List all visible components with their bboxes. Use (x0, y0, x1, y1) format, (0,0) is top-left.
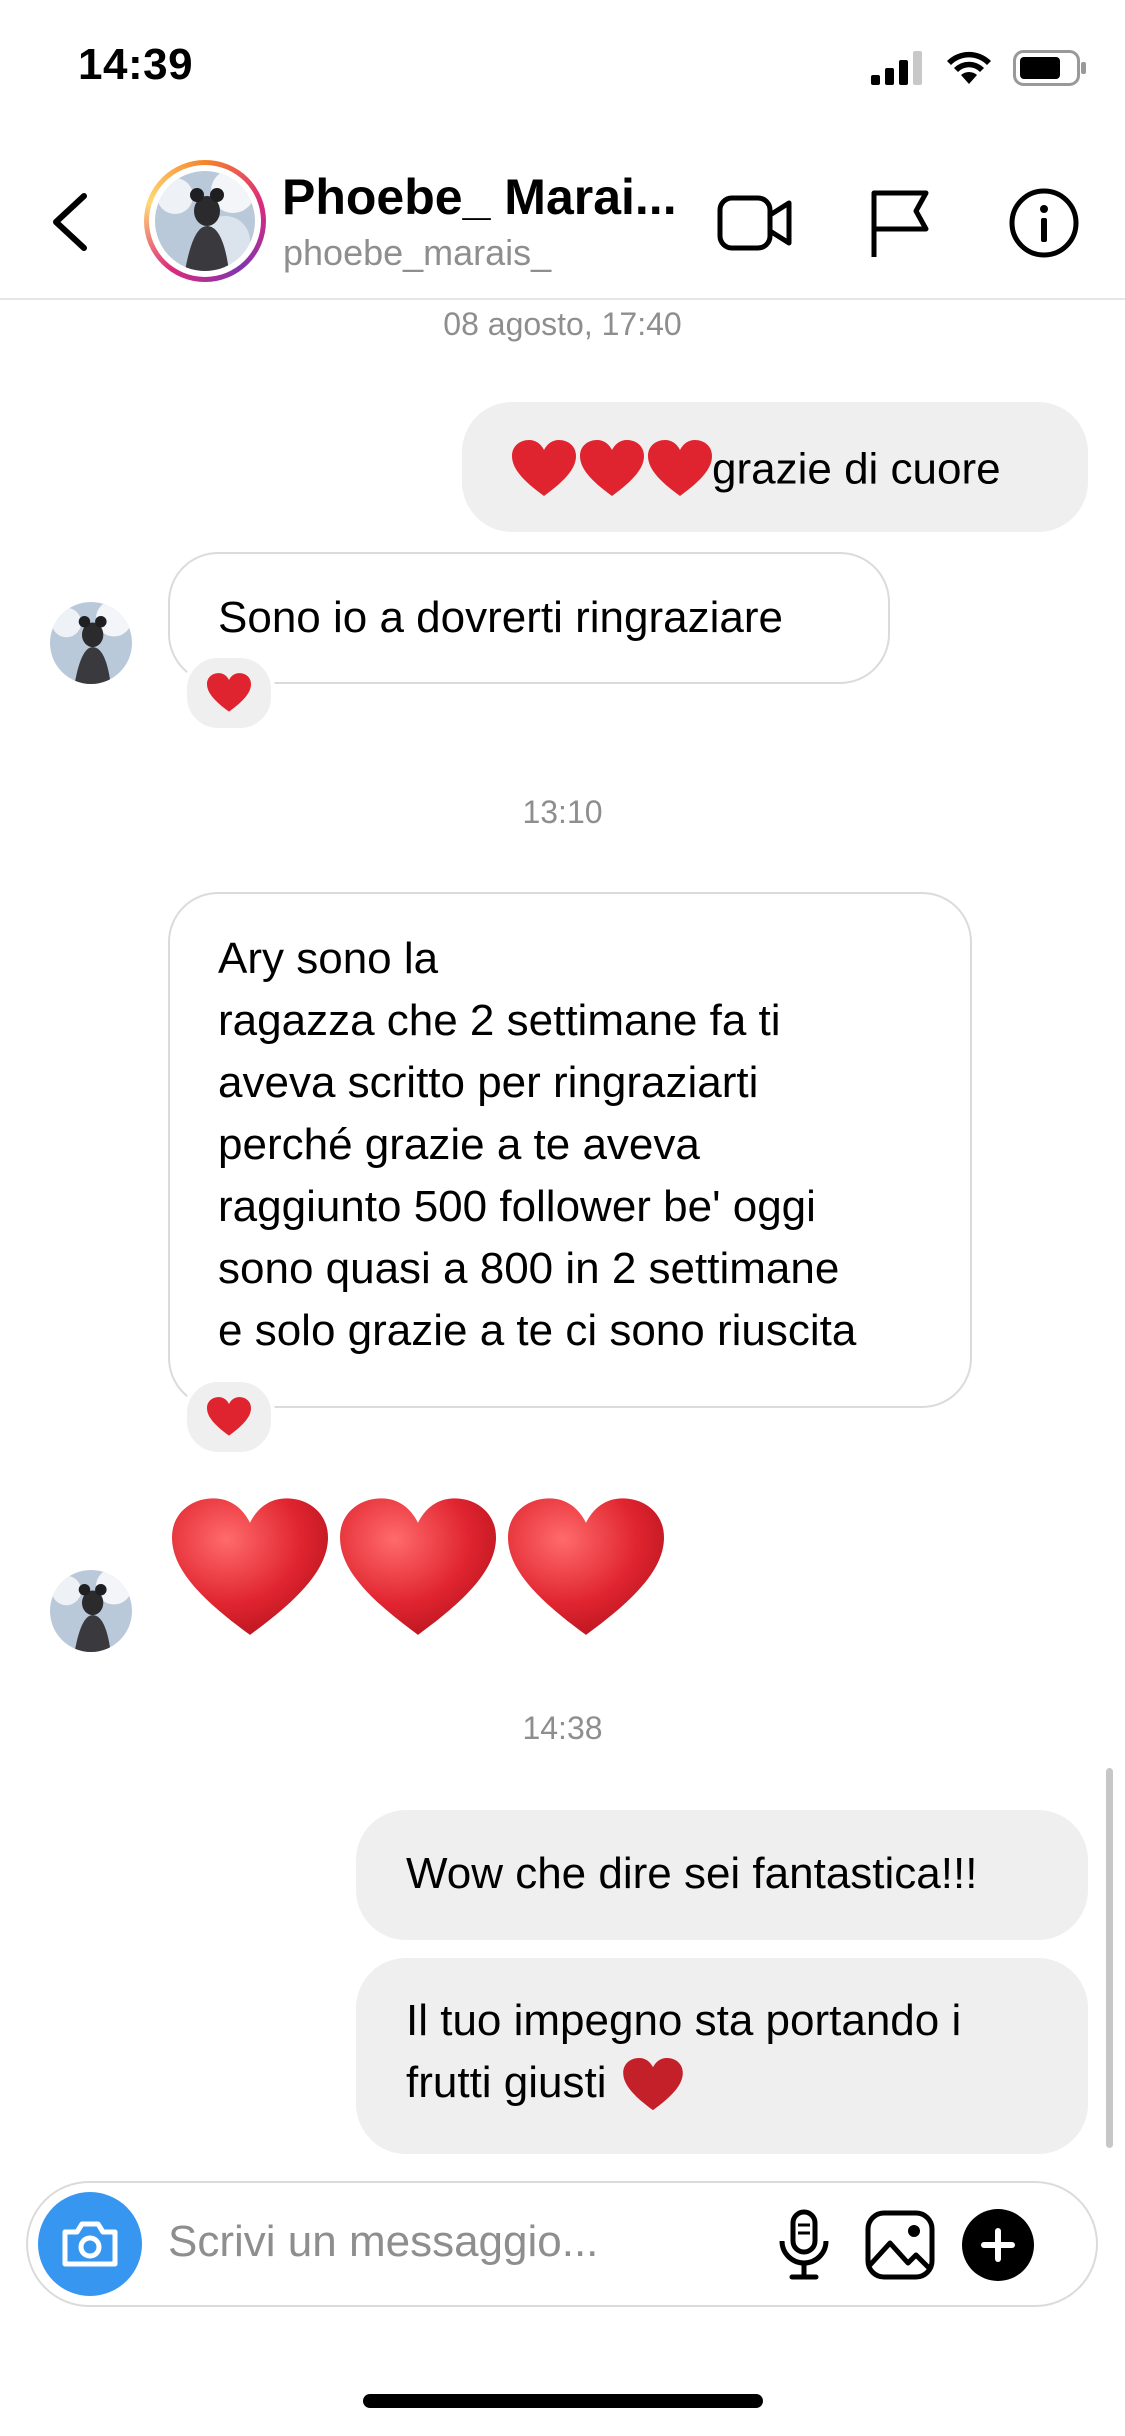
wifi-icon (947, 51, 991, 84)
reaction-badge[interactable] (183, 654, 275, 732)
heart-emoji-icon (207, 673, 251, 712)
status-time: 14:39 (78, 40, 194, 89)
info-button[interactable] (999, 178, 1089, 268)
sender-avatar[interactable] (50, 602, 132, 684)
heart-emoji-icon (580, 440, 644, 497)
heart-emoji-large[interactable] (508, 1495, 664, 1648)
heart-emoji-icon (207, 1397, 251, 1436)
contact-username: phoebe_marais_ (283, 232, 552, 273)
report-button[interactable] (855, 178, 945, 268)
voice-message-button[interactable] (762, 2203, 846, 2287)
message-line: e solo grazie a te ci sono riuscita (218, 1306, 857, 1355)
message-text: Sono io a dovrerti ringraziare (218, 593, 783, 642)
battery-icon (1013, 50, 1086, 86)
heart-emoji-icon (340, 1498, 496, 1635)
video-call-button[interactable] (710, 178, 800, 268)
back-chevron-icon (53, 193, 87, 251)
timestamp: 08 agosto, 17:40 (443, 306, 682, 342)
message-line: frutti giusti (406, 2058, 607, 2107)
contact-name[interactable]: Phoebe_ Marai... (282, 168, 677, 226)
gallery-button[interactable] (858, 2203, 942, 2287)
message-line: Ary sono la (218, 934, 439, 983)
heart-emoji-large[interactable] (172, 1495, 328, 1648)
camera-icon (62, 2221, 118, 2267)
image-icon (865, 2210, 935, 2280)
microphone-icon (779, 2209, 829, 2280)
heart-emoji-icon (172, 1498, 328, 1635)
message-text: grazie di cuore (712, 444, 1001, 494)
heart-emoji-icon (648, 440, 712, 497)
message-bubble-outgoing[interactable]: Il tuo impegno sta portando i frutti giu… (356, 1958, 1088, 2154)
back-button[interactable] (40, 182, 100, 262)
reaction-badge[interactable] (183, 1378, 275, 1456)
scrollbar[interactable] (1106, 1768, 1113, 2148)
heart-emoji-icon (512, 440, 576, 497)
heart-emoji-large[interactable] (340, 1495, 496, 1648)
message-bubble-outgoing[interactable]: Wow che dire sei fantastica!!! (356, 1810, 1088, 1940)
message-line: aveva scritto per ringraziarti (218, 1058, 759, 1107)
info-icon (1009, 188, 1079, 258)
flag-icon (871, 190, 929, 257)
heart-emoji-icon (508, 1498, 664, 1635)
message-bubble-incoming[interactable]: Sono io a dovrerti ringraziare (168, 552, 890, 684)
chat-header: Phoebe_ Marai... phoebe_marais_ (0, 140, 1125, 300)
timestamp: 14:38 (522, 1710, 603, 1746)
message-line: raggiunto 500 follower be' oggi (218, 1182, 816, 1231)
message-line: Il tuo impegno sta portando i (406, 1996, 962, 2045)
heart-emoji-icon (622, 2058, 683, 2111)
more-options-button[interactable] (956, 2203, 1040, 2287)
message-composer: Scrivi un messaggio... (26, 2181, 1098, 2307)
message-line: ragazza che 2 settimane fa ti (218, 996, 781, 1045)
message-line: perché grazie a te aveva (218, 1120, 700, 1169)
status-icons (871, 48, 1087, 88)
cellular-signal-icon (871, 51, 922, 85)
profile-avatar[interactable] (144, 160, 266, 282)
message-bubble-incoming[interactable]: Ary sono la ragazza che 2 settimane fa t… (168, 892, 972, 1408)
message-text: Wow che dire sei fantastica!!! (406, 1849, 978, 1898)
message-input[interactable]: Scrivi un messaggio... (168, 2217, 598, 2267)
sender-avatar[interactable] (50, 1570, 132, 1652)
camera-button[interactable] (38, 2192, 142, 2296)
plus-icon (962, 2209, 1034, 2281)
message-bubble-outgoing[interactable]: grazie di cuore (462, 402, 1088, 532)
video-camera-icon (717, 195, 792, 251)
message-line: sono quasi a 800 in 2 settimane (218, 1244, 840, 1293)
home-indicator[interactable] (363, 2394, 763, 2408)
timestamp: 13:10 (522, 794, 603, 830)
